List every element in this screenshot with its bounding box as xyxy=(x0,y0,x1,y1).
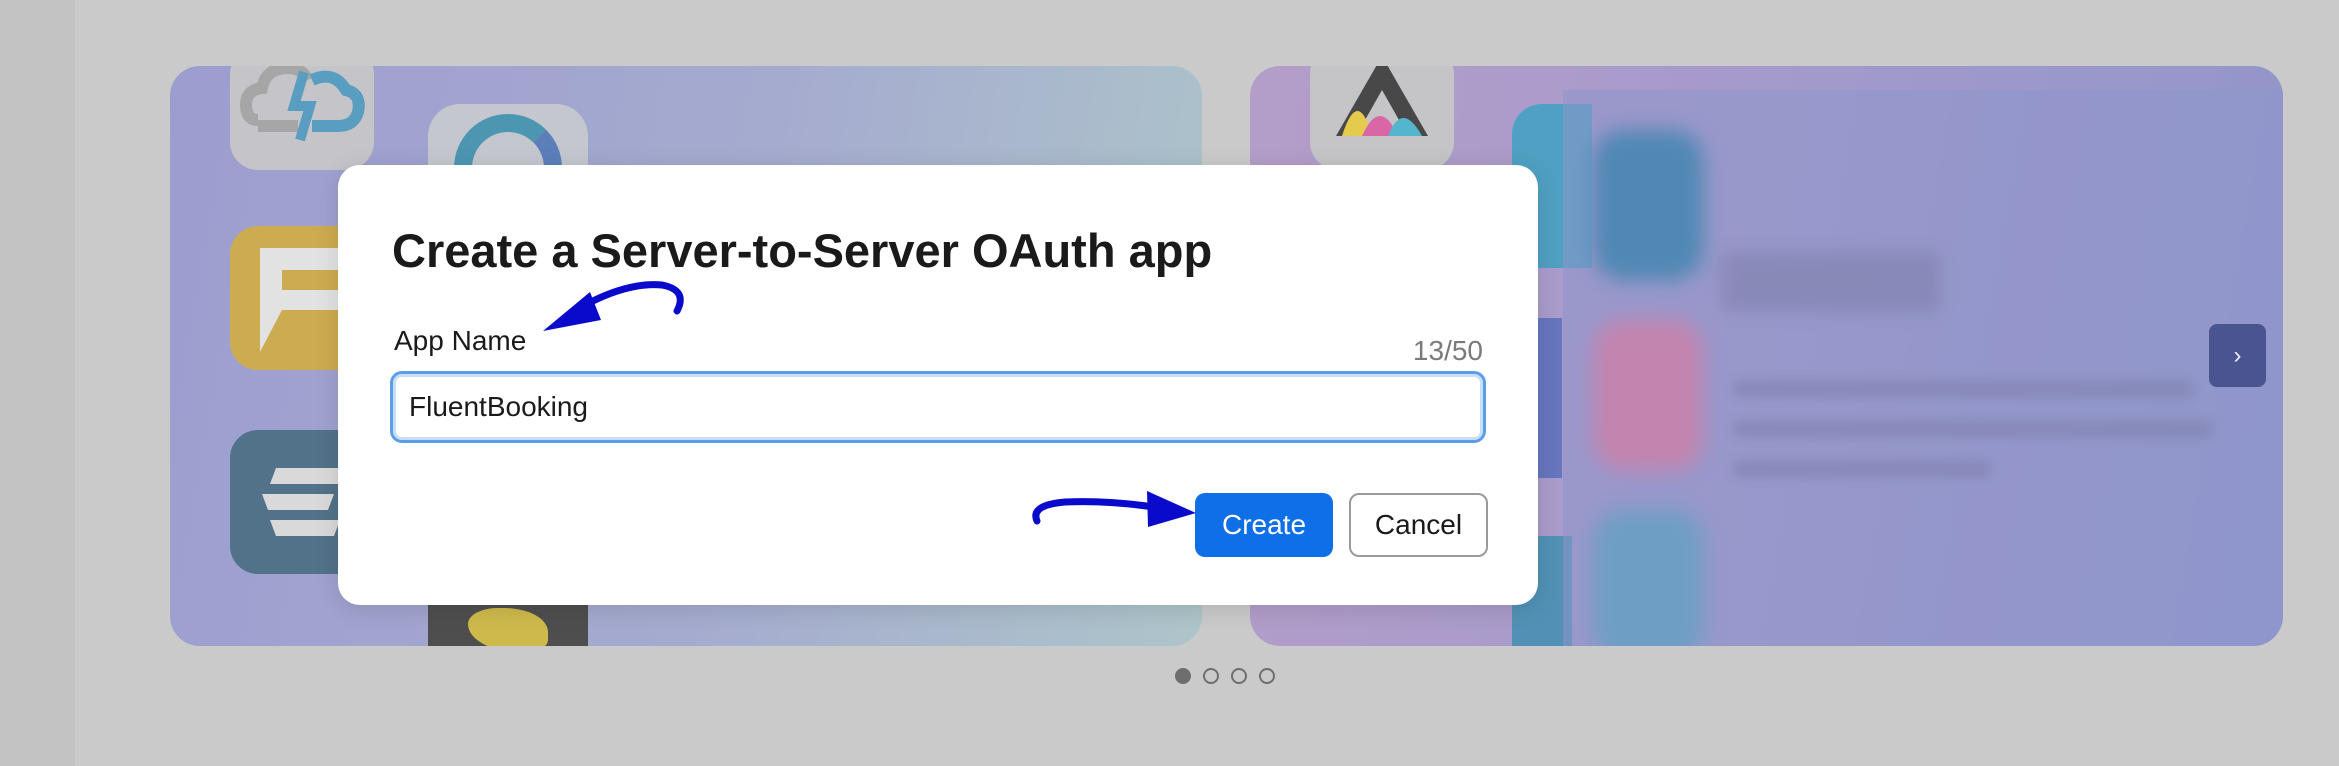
arrow-to-app-name xyxy=(543,281,684,331)
arrow-to-create-button xyxy=(1032,491,1196,527)
annotation-arrows xyxy=(543,281,1196,527)
